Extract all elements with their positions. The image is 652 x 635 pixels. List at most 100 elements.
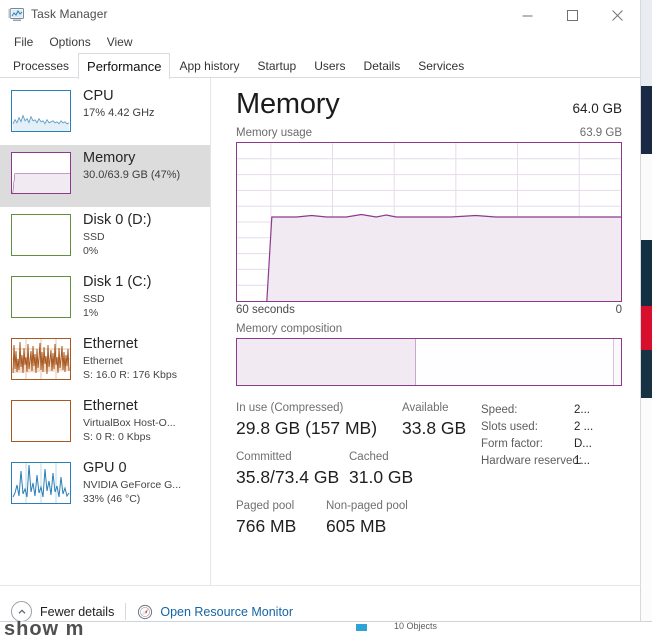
sidebar-item-disk0-line1: SSD <box>83 231 105 243</box>
sidebar-item-disk1-line2: 1% <box>83 307 99 319</box>
chevron-up-icon[interactable] <box>11 601 32 622</box>
sidebar-item-cpu-text: CPU 17% 4.42 GHz <box>83 87 155 120</box>
chart-area-fill <box>266 214 621 301</box>
stat-paged-pool: Paged pool 766 MB <box>236 498 326 538</box>
sidebar-item-ethernet-line2: S: 16.0 R: 176 Kbps <box>83 369 177 381</box>
maximize-button[interactable] <box>550 0 595 31</box>
tab-strip: Processes Performance App history Startu… <box>0 53 641 79</box>
chart-x-axis-right-label: 0 <box>615 304 622 316</box>
tab-performance[interactable]: Performance <box>78 53 171 79</box>
memory-composition-bar[interactable] <box>236 338 622 386</box>
footer-divider <box>0 585 641 586</box>
sidebar-item-memory-title: Memory <box>83 150 136 166</box>
sidebar-item-ethernet-title: Ethernet <box>83 336 138 352</box>
memory-usage-chart-svg <box>237 143 621 301</box>
background-taskbar-text2: 10 Objects <box>394 621 438 631</box>
stat-cached: Cached 31.0 GB <box>349 449 413 489</box>
sidebar-item-gpu0-line1: NVIDIA GeForce G... <box>83 479 182 491</box>
tab-startup[interactable]: Startup <box>248 55 305 78</box>
stat-non-paged-pool-value: 605 MB <box>326 516 387 536</box>
memory-usage-label: Memory usage <box>236 127 313 139</box>
sidebar-item-ethernet-virtualbox[interactable]: Ethernet VirtualBox Host-O... S: 0 R: 0 … <box>0 393 210 455</box>
tab-processes[interactable]: Processes <box>4 55 78 78</box>
detail-speed-key: Speed: <box>481 404 518 416</box>
ethernet-virtualbox-thumbnail-graph <box>11 400 71 442</box>
screen: Task Manager File Options View Processes… <box>0 0 652 635</box>
sidebar-item-ethernet-virtualbox-title: Ethernet <box>83 398 138 414</box>
memory-usage-max: 63.9 GB <box>579 127 622 139</box>
menu-item-file[interactable]: File <box>7 33 42 52</box>
sidebar-item-ethernet-virtualbox-text: Ethernet VirtualBox Host-O... S: 0 R: 0 … <box>83 397 176 444</box>
detail-hardware-reserved-value: 1... <box>574 455 590 467</box>
memory-thumbnail-graph <box>11 152 71 194</box>
sidebar-item-disk1-title: Disk 1 (C:) <box>83 274 152 290</box>
resource-monitor-icon <box>137 604 153 620</box>
detail-form-factor-key: Form factor: <box>481 438 543 450</box>
sidebar-item-ethernet-virtualbox-line2: S: 0 R: 0 Kbps <box>83 431 151 443</box>
memory-usage-labels: Memory usage 63.9 GB <box>236 127 622 139</box>
tab-details[interactable]: Details <box>355 55 410 78</box>
stat-committed-value: 35.8/73.4 GB <box>236 467 340 487</box>
background-taskbar-icon <box>356 624 367 631</box>
composition-segment-in-use <box>237 339 416 385</box>
sidebar-item-cpu-title: CPU <box>83 88 114 104</box>
detail-hardware-reserved: Hardware reserved: 1... <box>481 453 622 470</box>
stat-paged-pool-value: 766 MB <box>236 516 297 536</box>
sidebar-item-ethernet-text: Ethernet Ethernet S: 16.0 R: 176 Kbps <box>83 335 177 382</box>
fewer-details-button[interactable]: Fewer details <box>40 605 114 619</box>
sidebar-item-gpu0-text: GPU 0 NVIDIA GeForce G... 33% (46 °C) <box>83 459 181 506</box>
sidebar-item-ethernet-line1: Ethernet <box>83 355 123 367</box>
composition-segment-available <box>415 339 615 385</box>
stats-row-2: Committed 35.8/73.4 GB Cached 31.0 GB <box>236 449 480 489</box>
tab-services[interactable]: Services <box>409 55 473 78</box>
stat-non-paged-pool-caption: Non-paged pool <box>326 500 408 512</box>
sidebar-item-ethernet-virtualbox-line1: VirtualBox Host-O... <box>83 417 176 429</box>
sidebar-item-cpu-line1: 17% 4.42 GHz <box>83 107 155 119</box>
minimize-button[interactable] <box>505 0 550 31</box>
sidebar-item-disk0-text: Disk 0 (D:) SSD 0% <box>83 211 151 258</box>
detail-form-factor-value: D... <box>574 438 592 450</box>
cpu-thumbnail-graph <box>11 90 71 132</box>
background-taskbar-text: show m <box>4 621 85 635</box>
gpu0-thumbnail-graph <box>11 462 71 504</box>
title-bar[interactable]: Task Manager <box>0 0 640 31</box>
detail-speed: Speed: 2... <box>481 402 622 419</box>
desktop-background <box>641 0 652 635</box>
memory-usage-chart <box>236 142 622 302</box>
window-title: Task Manager <box>31 7 108 21</box>
stat-in-use-value: 29.8 GB (157 MB) <box>236 418 378 438</box>
sidebar-item-disk1-text: Disk 1 (C:) SSD 1% <box>83 273 151 320</box>
sidebar-item-disk1-line1: SSD <box>83 293 105 305</box>
sidebar-item-cpu[interactable]: CPU 17% 4.42 GHz <box>0 83 210 145</box>
stat-cached-value: 31.0 GB <box>349 467 414 487</box>
detail-hardware-reserved-key: Hardware reserved: <box>481 455 582 467</box>
sidebar-item-ethernet[interactable]: Ethernet Ethernet S: 16.0 R: 176 Kbps <box>0 331 210 393</box>
open-resource-monitor-link[interactable]: Open Resource Monitor <box>160 605 293 619</box>
sidebar-item-disk0[interactable]: Disk 0 (D:) SSD 0% <box>0 207 210 269</box>
footer-separator <box>125 603 127 620</box>
sidebar-item-disk0-line2: 0% <box>83 245 99 257</box>
tab-app-history[interactable]: App history <box>170 55 248 78</box>
menu-item-options[interactable]: Options <box>42 33 99 52</box>
stats-row-1: In use (Compressed) 29.8 GB (157 MB) Ava… <box>236 400 480 440</box>
menu-item-view[interactable]: View <box>100 33 142 52</box>
sidebar-item-gpu0-line2: 33% (46 °C) <box>83 493 141 505</box>
page-title: Memory <box>236 88 340 120</box>
stat-committed-caption: Committed <box>236 451 292 463</box>
close-button[interactable] <box>595 0 640 31</box>
ethernet-thumbnail-graph <box>11 338 71 380</box>
stat-committed: Committed 35.8/73.4 GB <box>236 449 349 489</box>
detail-slots-used-value: 2 ... <box>574 421 594 433</box>
tab-users[interactable]: Users <box>305 55 354 78</box>
sidebar-item-disk1[interactable]: Disk 1 (C:) SSD 1% <box>0 269 210 331</box>
task-manager-icon <box>8 7 25 23</box>
resource-sidebar: CPU 17% 4.42 GHz Memory 30.0/63.9 GB (47… <box>0 78 211 585</box>
memory-header: Memory 64.0 GB <box>236 78 622 121</box>
sidebar-item-gpu0[interactable]: GPU 0 NVIDIA GeForce G... 33% (46 °C) <box>0 455 210 517</box>
footer-actions: Fewer details Open Resource Monitor <box>11 601 293 622</box>
sidebar-item-memory-line1: 30.0/63.9 GB (47%) <box>83 169 181 181</box>
stat-available: Available 33.8 GB <box>402 400 466 440</box>
stat-paged-pool-caption: Paged pool <box>236 500 295 512</box>
disk1-thumbnail-graph <box>11 276 71 318</box>
sidebar-item-memory[interactable]: Memory 30.0/63.9 GB (47%) <box>0 145 210 207</box>
